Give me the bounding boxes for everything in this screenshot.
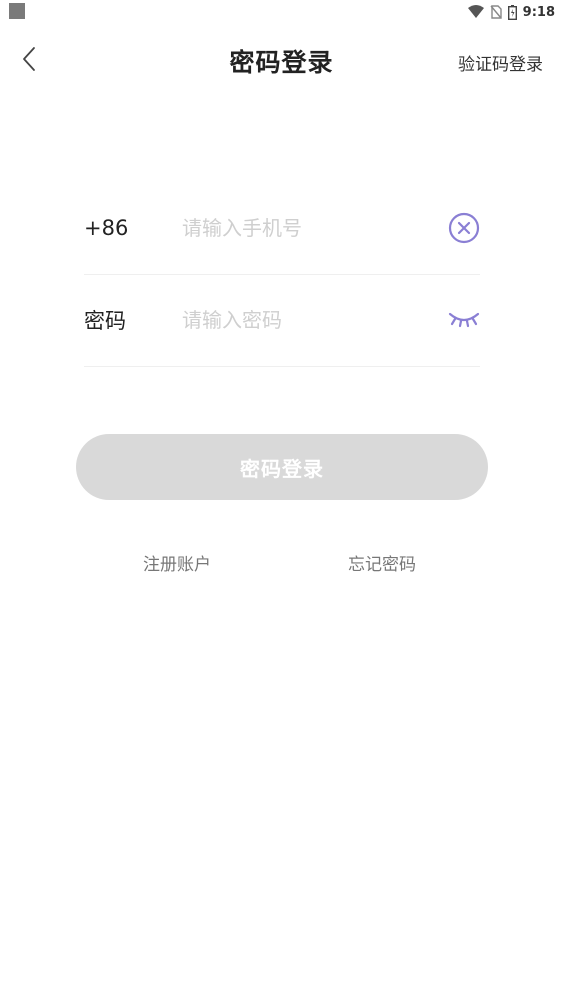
country-code[interactable]: +86	[84, 216, 128, 240]
password-login-screen: 9:18 密码登录 验证码登录 +86 密码	[0, 0, 563, 1002]
password-row: 密码	[84, 274, 480, 367]
forgot-password-link[interactable]: 忘记密码	[348, 550, 416, 575]
status-bar: 9:18	[0, 0, 563, 24]
phone-input[interactable]	[182, 216, 432, 240]
notification-icon	[9, 3, 25, 19]
clear-circle-icon	[448, 212, 480, 244]
wifi-icon	[467, 5, 484, 18]
toggle-password-visibility-button[interactable]	[448, 304, 480, 336]
status-time: 9:18	[522, 4, 555, 20]
password-label: 密码	[84, 309, 126, 333]
status-indicators: 9:18	[467, 2, 555, 22]
battery-icon	[507, 4, 517, 20]
phone-row: +86	[84, 182, 480, 275]
eye-closed-icon	[448, 312, 480, 328]
clear-phone-button[interactable]	[448, 212, 480, 244]
no-sim-icon	[490, 5, 502, 19]
password-input[interactable]	[182, 308, 432, 332]
login-button[interactable]: 密码登录	[76, 434, 488, 500]
register-link[interactable]: 注册账户	[143, 550, 211, 575]
sms-login-link[interactable]: 验证码登录	[458, 50, 543, 75]
